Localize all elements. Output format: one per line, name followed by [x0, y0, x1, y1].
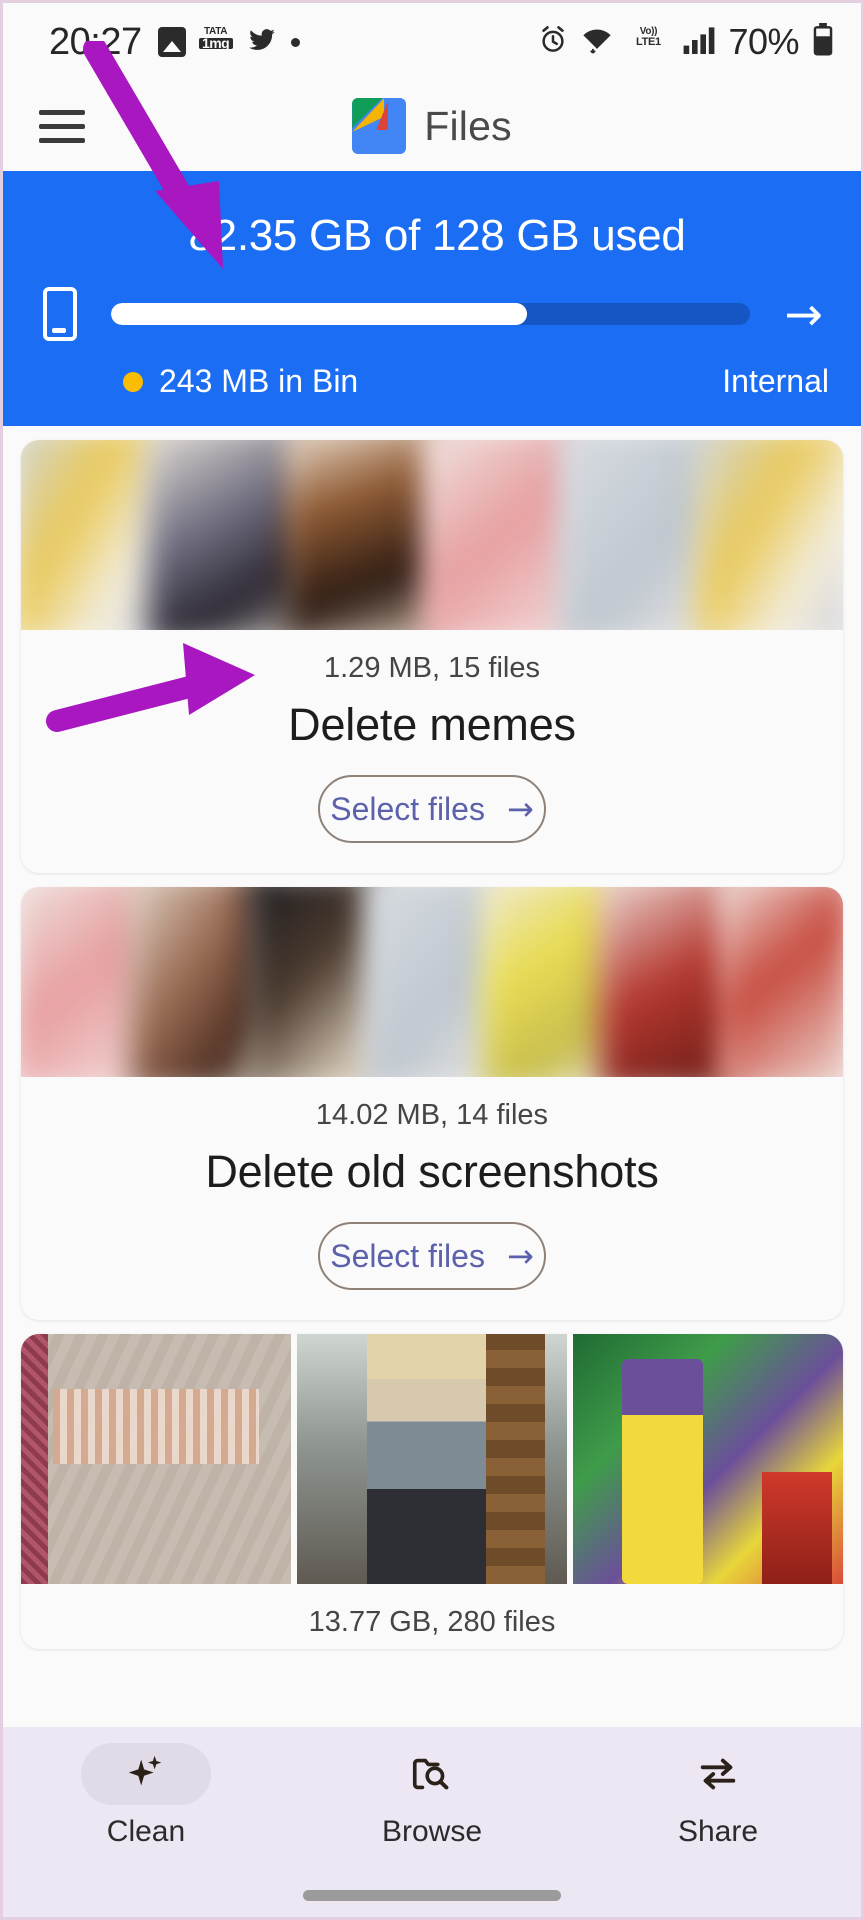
arrow-right-icon[interactable]: → — [784, 291, 823, 337]
bin-info[interactable]: 243 MB in Bin — [123, 363, 358, 400]
bin-label: 243 MB in Bin — [159, 363, 359, 399]
phone-screen: 20:27 TATA 1mg Vo)) LTE1 70% Files 82.35… — [0, 0, 864, 1920]
tata-1mg-icon: TATA 1mg — [198, 26, 233, 58]
storage-progress-track — [111, 303, 751, 325]
dot-icon — [290, 37, 300, 47]
nav-active-indicator — [81, 1743, 211, 1805]
arrow-right-icon: → — [506, 790, 534, 828]
phone-icon — [43, 287, 77, 341]
nav-label-clean: Clean — [106, 1815, 186, 1848]
folder-search-icon — [412, 1758, 449, 1790]
wifi-icon — [580, 25, 614, 60]
battery-icon — [811, 22, 835, 62]
photo-icon — [157, 27, 186, 57]
storage-progress-fill — [111, 303, 527, 325]
swap-arrows-icon — [700, 1758, 736, 1790]
card-meta: 1.29 MB, 15 files — [324, 652, 540, 684]
battery-percent-label: 70% — [728, 21, 799, 62]
nav-label-browse: Browse — [381, 1815, 483, 1848]
status-bar-clock: 20:27 — [49, 20, 142, 63]
status-bar-notification-icons: TATA 1mg — [157, 26, 300, 59]
nav-item-clean[interactable]: Clean — [3, 1743, 289, 1849]
nav-label-share: Share — [677, 1815, 759, 1848]
nav-item-browse[interactable]: Browse — [289, 1743, 575, 1849]
app-brand: Files — [312, 98, 552, 154]
hamburger-menu-icon[interactable] — [39, 109, 85, 143]
select-files-button[interactable]: Select files → — [318, 775, 546, 843]
photo-thumbnail — [573, 1334, 843, 1584]
sparkle-icon — [128, 1755, 162, 1786]
nav-icon-wrap — [367, 1743, 497, 1805]
card-meta: 13.77 GB, 280 files — [308, 1606, 556, 1638]
nav-item-share[interactable]: Share — [575, 1743, 861, 1849]
bin-dot-icon — [123, 371, 143, 392]
storage-headline: 82.35 GB of 128 GB used — [188, 211, 686, 260]
suggestion-card-delete-old-screenshots[interactable]: 14.02 MB, 14 files Delete old screenshot… — [21, 887, 843, 1320]
onemg-label: 1mg — [198, 36, 233, 50]
home-indicator — [303, 1890, 561, 1901]
card-meta: 14.02 MB, 14 files — [315, 1099, 549, 1131]
storage-progress-row: → — [3, 287, 861, 341]
alarm-icon — [538, 25, 568, 60]
select-files-button[interactable]: Select files → — [318, 1222, 546, 1290]
suggestion-card-delete-memes[interactable]: 1.29 MB, 15 files Delete memes Select fi… — [21, 440, 843, 873]
app-title: Files — [424, 102, 512, 149]
nav-icon-wrap — [653, 1743, 783, 1805]
storage-location-label: Internal — [722, 363, 829, 399]
suggestion-card-photos[interactable]: 13.77 GB, 280 files — [21, 1334, 843, 1649]
select-files-label: Select files — [330, 790, 485, 827]
card-thumbnail-strip — [21, 440, 843, 630]
volte-icon: Vo)) LTE1 — [626, 26, 670, 58]
storage-footer: 243 MB in Bin Internal — [3, 341, 861, 400]
select-files-label: Select files — [330, 1237, 485, 1274]
twitter-icon — [246, 26, 278, 59]
photo-thumbnail — [21, 1334, 291, 1584]
card-thumbnail-strip — [21, 887, 843, 1077]
card-title: Delete old screenshots — [205, 1146, 659, 1197]
photo-thumbnail — [297, 1334, 567, 1584]
card-photo-row — [21, 1334, 843, 1584]
arrow-right-icon: → — [506, 1237, 534, 1275]
status-bar: 20:27 TATA 1mg Vo)) LTE1 70% — [3, 3, 861, 81]
card-title: Delete memes — [288, 699, 576, 750]
app-bar: Files — [3, 81, 861, 171]
status-bar-system-icons: Vo)) LTE1 70% — [538, 21, 835, 63]
signal-icon — [682, 26, 716, 59]
storage-banner[interactable]: 82.35 GB of 128 GB used → 243 MB in Bin … — [3, 171, 861, 426]
bottom-navigation-bar: Clean Browse Share — [3, 1727, 861, 1917]
volte-bottom-label: LTE1 — [635, 36, 661, 48]
files-app-logo — [352, 98, 407, 154]
